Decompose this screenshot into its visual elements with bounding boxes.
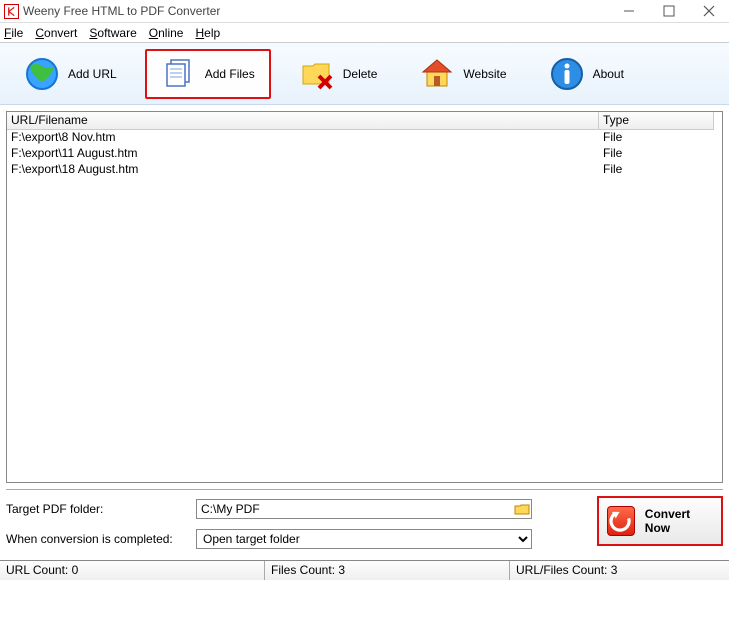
website-button[interactable]: Website [405, 49, 520, 99]
info-icon [549, 56, 585, 92]
convert-icon [607, 506, 635, 536]
convert-now-label: Convert Now [645, 507, 713, 535]
completion-select[interactable]: Open target folder [196, 529, 532, 549]
status-files: Files Count: 3 [265, 561, 510, 580]
maximize-button[interactable] [649, 0, 689, 22]
target-folder-input[interactable] [196, 499, 532, 519]
target-folder-label: Target PDF folder: [6, 502, 196, 516]
cell-url: F:\export\11 August.htm [7, 146, 599, 162]
about-button[interactable]: About [535, 49, 638, 99]
list-item[interactable]: F:\export\11 August.htm File [7, 146, 722, 162]
status-urls: URL Count: 0 [0, 561, 265, 580]
list-item[interactable]: F:\export\18 August.htm File [7, 162, 722, 178]
browse-folder-icon[interactable] [514, 501, 530, 517]
cell-type: File [599, 162, 714, 178]
cell-type: File [599, 146, 714, 162]
menu-convert[interactable]: Convert [35, 26, 77, 40]
menu-software[interactable]: Software [89, 26, 136, 40]
home-icon [419, 56, 455, 92]
col-type[interactable]: Type [599, 112, 714, 130]
globe-icon [24, 56, 60, 92]
about-label: About [593, 67, 624, 81]
close-button[interactable] [689, 0, 729, 22]
menu-bar: File Convert Software Online Help [0, 23, 729, 43]
folder-delete-icon [299, 56, 335, 92]
status-total: URL/Files Count: 3 [510, 561, 729, 580]
delete-label: Delete [343, 67, 378, 81]
window-title: Weeny Free HTML to PDF Converter [23, 4, 609, 18]
menu-online[interactable]: Online [149, 26, 184, 40]
completion-label: When conversion is completed: [6, 532, 196, 546]
file-list[interactable]: URL/Filename Type F:\export\8 Nov.htm Fi… [6, 111, 723, 483]
menu-help[interactable]: Help [195, 26, 220, 40]
add-url-button[interactable]: Add URL [10, 49, 131, 99]
toolbar: Add URL Add Files Delete Website About [0, 43, 729, 105]
file-list-header: URL/Filename Type [7, 112, 722, 130]
bottom-panel: Target PDF folder: When conversion is co… [0, 496, 729, 560]
add-files-label: Add Files [205, 67, 255, 81]
list-item[interactable]: F:\export\8 Nov.htm File [7, 130, 722, 146]
add-url-label: Add URL [68, 67, 117, 81]
app-icon [4, 4, 19, 19]
status-bar: URL Count: 0 Files Count: 3 URL/Files Co… [0, 560, 729, 580]
convert-now-button[interactable]: Convert Now [597, 496, 723, 546]
website-label: Website [463, 67, 506, 81]
separator [6, 489, 723, 490]
col-url[interactable]: URL/Filename [7, 112, 599, 130]
menu-file[interactable]: File [4, 26, 23, 40]
cell-type: File [599, 130, 714, 146]
title-bar: Weeny Free HTML to PDF Converter [0, 0, 729, 23]
files-icon [161, 56, 197, 92]
minimize-button[interactable] [609, 0, 649, 22]
cell-url: F:\export\8 Nov.htm [7, 130, 599, 146]
cell-url: F:\export\18 August.htm [7, 162, 599, 178]
delete-button[interactable]: Delete [285, 49, 392, 99]
add-files-button[interactable]: Add Files [145, 49, 271, 99]
